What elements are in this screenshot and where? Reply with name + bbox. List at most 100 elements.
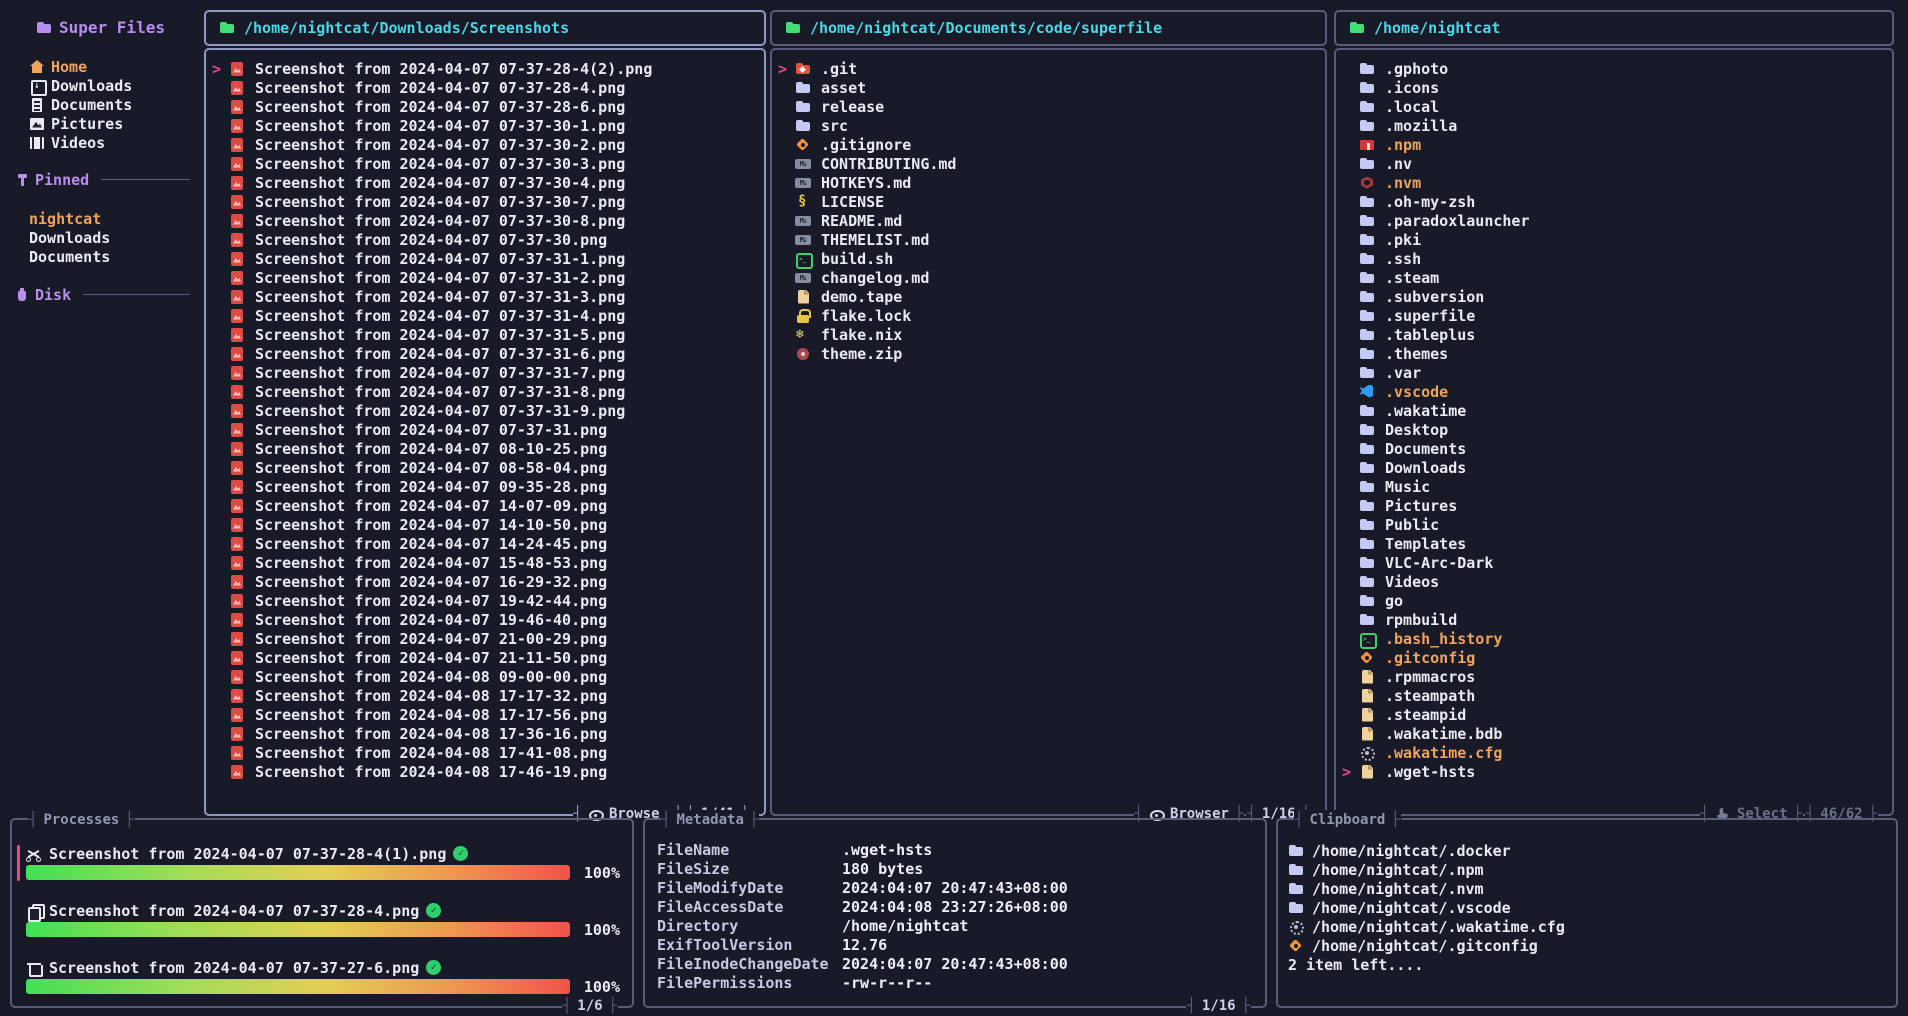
file-row[interactable]: Screenshot from 2024-04-08 17-41-08.png xyxy=(206,743,764,762)
file-row[interactable]: .tableplus xyxy=(1336,325,1892,344)
file-row[interactable]: Pictures xyxy=(1336,496,1892,515)
file-row[interactable]: Screenshot from 2024-04-07 07-37-31-4.pn… xyxy=(206,306,764,325)
file-row[interactable]: Screenshot from 2024-04-07 08-10-25.png xyxy=(206,439,764,458)
file-row[interactable]: Screenshot from 2024-04-07 07-37-31-5.pn… xyxy=(206,325,764,344)
process-item[interactable]: Screenshot from 2024-04-07 07-37-28-4(1)… xyxy=(26,844,620,882)
file-row[interactable]: flake.nix xyxy=(772,325,1325,344)
file-row[interactable]: changelog.md xyxy=(772,268,1325,287)
pinned-item-documents[interactable]: Documents xyxy=(29,247,110,266)
file-row[interactable]: HOTKEYS.md xyxy=(772,173,1325,192)
file-row[interactable]: Screenshot from 2024-04-07 07-37-31-1.pn… xyxy=(206,249,764,268)
file-row[interactable]: Screenshot from 2024-04-07 16-29-32.png xyxy=(206,572,764,591)
file-row[interactable]: .nv xyxy=(1336,154,1892,173)
file-row[interactable]: Screenshot from 2024-04-07 14-10-50.png xyxy=(206,515,764,534)
file-row[interactable]: Screenshot from 2024-04-07 07-37-31-3.pn… xyxy=(206,287,764,306)
file-row[interactable]: release xyxy=(772,97,1325,116)
file-row[interactable]: flake.lock xyxy=(772,306,1325,325)
file-row[interactable]: Screenshot from 2024-04-07 07-37-28-6.pn… xyxy=(206,97,764,116)
file-row[interactable]: Screenshot from 2024-04-07 07-37-30-3.pn… xyxy=(206,154,764,173)
file-row[interactable]: Screenshot from 2024-04-07 14-07-09.png xyxy=(206,496,764,515)
file-row[interactable]: Screenshot from 2024-04-07 15-48-53.png xyxy=(206,553,764,572)
file-row[interactable]: Music xyxy=(1336,477,1892,496)
file-row[interactable]: asset xyxy=(772,78,1325,97)
file-row[interactable]: Screenshot from 2024-04-07 07-37-31-2.pn… xyxy=(206,268,764,287)
file-row[interactable]: build.sh xyxy=(772,249,1325,268)
file-row[interactable]: Screenshot from 2024-04-07 19-46-40.png xyxy=(206,610,764,629)
file-row[interactable]: Screenshot from 2024-04-07 07-37-28-4.pn… xyxy=(206,78,764,97)
file-row[interactable]: .icons xyxy=(1336,78,1892,97)
file-row[interactable]: .subversion xyxy=(1336,287,1892,306)
file-row[interactable]: Screenshot from 2024-04-08 17-46-19.png xyxy=(206,762,764,781)
file-row[interactable]: theme.zip xyxy=(772,344,1325,363)
file-row[interactable]: Videos xyxy=(1336,572,1892,591)
file-row[interactable]: Screenshot from 2024-04-07 21-00-29.png xyxy=(206,629,764,648)
file-row[interactable]: VLC-Arc-Dark xyxy=(1336,553,1892,572)
file-row[interactable]: Screenshot from 2024-04-07 07-37-30.png xyxy=(206,230,764,249)
file-row[interactable]: Screenshot from 2024-04-08 09-00-00.png xyxy=(206,667,764,686)
file-row[interactable]: .steam xyxy=(1336,268,1892,287)
file-row[interactable]: Templates xyxy=(1336,534,1892,553)
file-row[interactable]: .superfile xyxy=(1336,306,1892,325)
file-row[interactable]: .bash_history xyxy=(1336,629,1892,648)
pinned-item-downloads[interactable]: Downloads xyxy=(29,228,110,247)
file-row[interactable]: Screenshot from 2024-04-07 07-37-30-8.pn… xyxy=(206,211,764,230)
file-row[interactable]: THEMELIST.md xyxy=(772,230,1325,249)
file-row[interactable]: .wakatime.cfg xyxy=(1336,743,1892,762)
sidebar-item-documents[interactable]: Documents xyxy=(29,95,132,114)
file-row[interactable]: Screenshot from 2024-04-07 08-58-04.png xyxy=(206,458,764,477)
file-row[interactable]: Screenshot from 2024-04-07 07-37-31-6.pn… xyxy=(206,344,764,363)
file-row[interactable]: Screenshot from 2024-04-07 09-35-28.png xyxy=(206,477,764,496)
file-row[interactable]: Screenshot from 2024-04-07 21-11-50.png xyxy=(206,648,764,667)
file-row[interactable]: .rpmmacros xyxy=(1336,667,1892,686)
file-row[interactable]: Screenshot from 2024-04-07 07-37-31-9.pn… xyxy=(206,401,764,420)
file-row[interactable]: .gitignore xyxy=(772,135,1325,154)
sidebar-item-pictures[interactable]: Pictures xyxy=(29,114,132,133)
file-row[interactable]: .local xyxy=(1336,97,1892,116)
file-row[interactable]: .nvm xyxy=(1336,173,1892,192)
file-row[interactable]: Screenshot from 2024-04-07 07-37-30-4.pn… xyxy=(206,173,764,192)
file-row[interactable]: Screenshot from 2024-04-07 07-37-31-8.pn… xyxy=(206,382,764,401)
file-row[interactable]: go xyxy=(1336,591,1892,610)
file-row[interactable]: Public xyxy=(1336,515,1892,534)
file-row[interactable]: src xyxy=(772,116,1325,135)
process-item[interactable]: Screenshot from 2024-04-07 07-37-28-4.pn… xyxy=(26,901,620,939)
file-row[interactable]: Documents xyxy=(1336,439,1892,458)
pinned-item-nightcat[interactable]: nightcat xyxy=(29,209,110,228)
file-row[interactable]: .gitconfig xyxy=(1336,648,1892,667)
file-row[interactable]: .npm xyxy=(1336,135,1892,154)
file-row[interactable]: Screenshot from 2024-04-07 19-42-44.png xyxy=(206,591,764,610)
file-row[interactable]: Screenshot from 2024-04-07 07-37-31.png xyxy=(206,420,764,439)
file-row[interactable]: CONTRIBUTING.md xyxy=(772,154,1325,173)
file-row[interactable]: Screenshot from 2024-04-08 17-36-16.png xyxy=(206,724,764,743)
file-row[interactable]: Screenshot from 2024-04-07 14-24-45.png xyxy=(206,534,764,553)
file-row[interactable]: Screenshot from 2024-04-08 17-17-32.png xyxy=(206,686,764,705)
file-row[interactable]: Screenshot from 2024-04-07 07-37-30-1.pn… xyxy=(206,116,764,135)
file-row[interactable]: README.md xyxy=(772,211,1325,230)
file-row[interactable]: .wakatime.bdb xyxy=(1336,724,1892,743)
process-item[interactable]: Screenshot from 2024-04-07 07-37-27-6.pn… xyxy=(26,958,620,996)
sidebar-item-downloads[interactable]: Downloads xyxy=(29,76,132,95)
sidebar-item-videos[interactable]: Videos xyxy=(29,133,132,152)
file-row[interactable]: .var xyxy=(1336,363,1892,382)
file-row[interactable]: .mozilla xyxy=(1336,116,1892,135)
file-row[interactable]: .paradoxlauncher xyxy=(1336,211,1892,230)
file-row[interactable]: Screenshot from 2024-04-07 07-37-30-7.pn… xyxy=(206,192,764,211)
file-row[interactable]: .oh-my-zsh xyxy=(1336,192,1892,211)
file-row[interactable]: .vscode xyxy=(1336,382,1892,401)
file-row[interactable]: rpmbuild xyxy=(1336,610,1892,629)
file-row[interactable]: Screenshot from 2024-04-07 07-37-30-2.pn… xyxy=(206,135,764,154)
file-row[interactable]: Screenshot from 2024-04-08 17-17-56.png xyxy=(206,705,764,724)
sidebar-item-home[interactable]: Home xyxy=(29,57,132,76)
file-row[interactable]: .themes xyxy=(1336,344,1892,363)
file-row[interactable]: demo.tape xyxy=(772,287,1325,306)
file-row[interactable]: .steampid xyxy=(1336,705,1892,724)
file-row[interactable]: .steampath xyxy=(1336,686,1892,705)
file-row[interactable]: .gphoto xyxy=(1336,59,1892,78)
file-row[interactable]: >Screenshot from 2024-04-07 07-37-28-4(2… xyxy=(206,59,764,78)
file-row[interactable]: Screenshot from 2024-04-07 07-37-31-7.pn… xyxy=(206,363,764,382)
file-row[interactable]: >.git xyxy=(772,59,1325,78)
file-row[interactable]: Downloads xyxy=(1336,458,1892,477)
file-row[interactable]: .pki xyxy=(1336,230,1892,249)
file-row[interactable]: .wakatime xyxy=(1336,401,1892,420)
file-row[interactable]: >.wget-hsts xyxy=(1336,762,1892,781)
